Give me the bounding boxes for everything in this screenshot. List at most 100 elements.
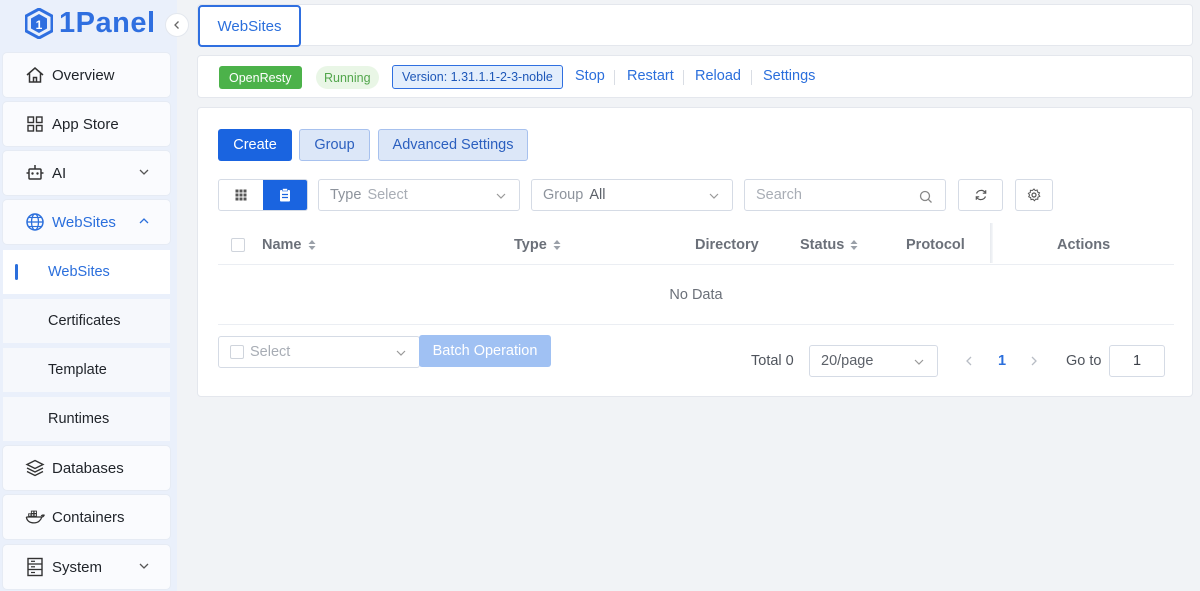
advanced-settings-button[interactable]: Advanced Settings — [378, 129, 528, 161]
settings-button[interactable]: Settings — [763, 68, 815, 84]
total-count: Total 0 — [751, 353, 794, 369]
svg-text:1: 1 — [36, 18, 43, 32]
server-icon — [25, 557, 45, 577]
refresh-icon — [975, 189, 986, 201]
sidebar-item-label: Overview — [52, 66, 115, 84]
refresh-button[interactable] — [958, 179, 1003, 211]
goto-page-input[interactable]: 1 — [1109, 345, 1165, 377]
group-select[interactable]: Group All — [531, 179, 733, 211]
collapse-sidebar-button[interactable] — [165, 13, 189, 37]
search-placeholder: Search — [756, 187, 802, 203]
column-header-protocol: Protocol — [906, 237, 965, 253]
docker-icon — [25, 507, 45, 527]
stop-button[interactable]: Stop — [575, 68, 605, 84]
sidebar-subitem-label: Certificates — [48, 313, 121, 329]
column-header-label: Directory — [695, 237, 759, 253]
search-input[interactable]: Search — [744, 179, 946, 211]
sidebar-subitem-template[interactable]: Template — [3, 348, 170, 392]
sidebar-item-websites[interactable]: WebSites — [3, 200, 170, 244]
service-name-badge: OpenResty — [219, 66, 302, 89]
column-header-label: Status — [800, 237, 845, 253]
page-size-value: 20/page — [821, 353, 874, 369]
sidebar-subitem-runtimes[interactable]: Runtimes — [3, 397, 170, 441]
sort-icon — [308, 240, 315, 250]
chevron-down-icon — [914, 359, 924, 365]
column-header-type[interactable]: Type — [514, 237, 561, 253]
chevron-left-icon — [174, 21, 179, 29]
group-select-label: Group — [543, 187, 584, 203]
column-header-name[interactable]: Name — [262, 237, 316, 253]
robot-icon — [25, 163, 45, 183]
chevron-down-icon — [139, 169, 149, 175]
sidebar-item-label: App Store — [52, 115, 119, 133]
page-size-select[interactable]: 20/page — [809, 345, 938, 377]
batch-checkbox[interactable] — [230, 345, 244, 359]
sidebar-item-system[interactable]: System — [3, 545, 170, 589]
sidebar-subitem-certificates[interactable]: Certificates — [3, 299, 170, 343]
type-select[interactable]: Type Select — [318, 179, 520, 211]
prev-page-icon[interactable] — [964, 355, 974, 367]
list-view-button[interactable] — [263, 180, 307, 210]
chevron-down-icon — [139, 563, 149, 569]
sidebar: 1 1Panel Overview App Store AI WebSites … — [0, 0, 189, 591]
grid-view-button[interactable] — [219, 180, 263, 210]
batch-select[interactable]: Select — [218, 336, 420, 368]
sidebar-item-overview[interactable]: Overview — [3, 53, 170, 97]
empty-state: No Data — [218, 265, 1174, 325]
home-icon — [25, 65, 45, 85]
status-badge: Running — [316, 66, 379, 89]
chevron-up-icon — [139, 218, 149, 224]
select-all-checkbox[interactable] — [231, 238, 245, 252]
group-button[interactable]: Group — [299, 129, 370, 161]
reload-button[interactable]: Reload — [695, 68, 741, 84]
sidebar-item-label: System — [52, 558, 103, 576]
view-toggle — [218, 179, 308, 211]
clipboard-icon — [280, 188, 290, 202]
table-settings-button[interactable] — [1015, 179, 1053, 211]
sort-icon — [850, 240, 858, 250]
sidebar-item-containers[interactable]: Containers — [3, 495, 170, 539]
chevron-down-icon — [396, 350, 406, 356]
sort-icon — [553, 240, 561, 250]
sidebar-item-databases[interactable]: Databases — [3, 446, 170, 490]
empty-state-text: No Data — [669, 286, 723, 303]
column-header-label: Type — [514, 237, 547, 253]
version-badge: Version: 1.31.1.1-2-3-noble — [392, 65, 563, 89]
grid-icon — [25, 114, 45, 134]
type-select-label: Type — [330, 187, 362, 203]
globe-icon — [25, 212, 45, 232]
gear-icon — [1027, 188, 1041, 202]
restart-button[interactable]: Restart — [627, 68, 674, 84]
column-header-status[interactable]: Status — [800, 237, 858, 253]
layers-icon — [25, 458, 45, 478]
sidebar-item-app-store[interactable]: App Store — [3, 102, 170, 146]
logo-icon: 1 — [25, 7, 53, 39]
search-icon[interactable] — [919, 190, 933, 204]
divider — [683, 70, 684, 85]
chevron-down-icon — [496, 193, 506, 199]
column-header-label: Name — [262, 237, 302, 253]
divider — [614, 70, 615, 85]
service-status-bar: OpenResty Running Version: 1.31.1.1-2-3-… — [197, 55, 1193, 98]
page-number-current[interactable]: 1 — [998, 353, 1006, 369]
sidebar-item-label: AI — [52, 164, 67, 182]
sidebar-item-ai[interactable]: AI — [3, 151, 170, 195]
chevron-down-icon — [709, 193, 719, 199]
tab-bar: WebSites — [197, 4, 1193, 47]
goto-label: Go to — [1066, 353, 1102, 369]
column-header-label: Actions — [1057, 237, 1111, 253]
sidebar-subitem-websites[interactable]: WebSites — [3, 250, 170, 294]
table-header: Name Type Directory Status Protocol Acti… — [218, 223, 1174, 265]
batch-operation-button[interactable]: Batch Operation — [419, 335, 551, 367]
sidebar-subitem-label: Template — [48, 362, 107, 378]
column-header-label: Protocol — [906, 237, 965, 253]
create-button[interactable]: Create — [218, 129, 292, 161]
next-page-icon[interactable] — [1029, 355, 1039, 367]
grid-icon — [235, 189, 247, 201]
fixed-column-divider — [990, 223, 993, 263]
divider — [751, 70, 752, 85]
column-header-actions: Actions — [1057, 237, 1110, 253]
tab-websites[interactable]: WebSites — [198, 5, 301, 47]
sidebar-subitem-label: Runtimes — [48, 411, 110, 427]
app-logo[interactable]: 1 1Panel — [25, 6, 156, 40]
